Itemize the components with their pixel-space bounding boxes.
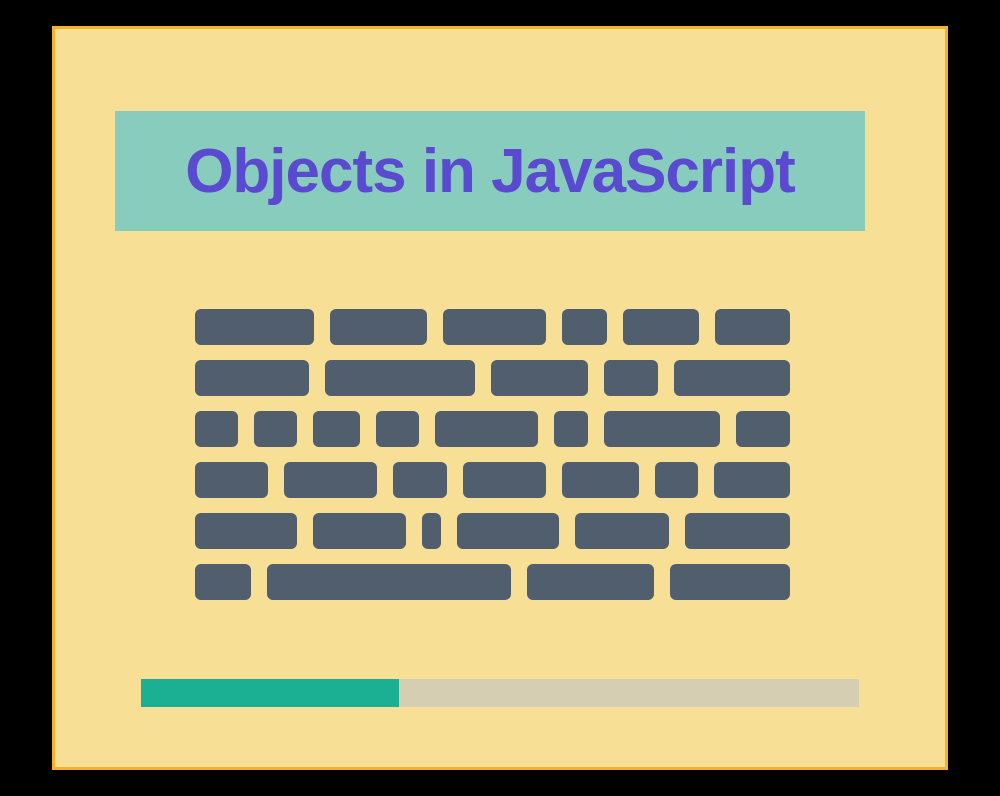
text-word-placeholder [604,411,721,447]
text-word-placeholder [457,513,559,549]
text-word-placeholder [714,462,790,498]
text-line [195,462,790,498]
text-word-placeholder [562,309,608,345]
text-word-placeholder [284,462,377,498]
text-line [195,513,790,549]
text-word-placeholder [330,309,426,345]
text-word-placeholder [376,411,419,447]
text-word-placeholder [685,513,790,549]
text-word-placeholder [313,411,360,447]
text-word-placeholder [670,564,790,600]
text-word-placeholder [443,309,546,345]
text-word-placeholder [562,462,638,498]
text-word-placeholder [195,564,251,600]
text-word-placeholder [604,360,658,396]
text-line [195,360,790,396]
title-banner: Objects in JavaScript [115,111,865,231]
slide-card: Objects in JavaScript [52,26,948,770]
text-word-placeholder [554,411,588,447]
text-word-placeholder [195,309,314,345]
body-text-placeholder [195,309,790,600]
text-line [195,564,790,600]
text-line [195,411,790,447]
text-word-placeholder [195,360,309,396]
text-word-placeholder [463,462,547,498]
text-word-placeholder [435,411,538,447]
text-word-placeholder [267,564,511,600]
text-word-placeholder [422,513,441,549]
text-word-placeholder [491,360,588,396]
text-line [195,309,790,345]
text-word-placeholder [195,411,238,447]
text-word-placeholder [527,564,655,600]
text-word-placeholder [195,513,297,549]
text-word-placeholder [325,360,475,396]
slide-title: Objects in JavaScript [185,136,795,207]
text-word-placeholder [575,513,669,549]
progress-bar-track [141,679,859,707]
text-word-placeholder [674,360,790,396]
progress-bar-fill [141,679,399,707]
text-word-placeholder [736,411,790,447]
text-word-placeholder [715,309,790,345]
text-word-placeholder [393,462,447,498]
text-word-placeholder [313,513,407,549]
text-word-placeholder [254,411,297,447]
text-word-placeholder [195,462,268,498]
text-word-placeholder [623,309,698,345]
text-word-placeholder [655,462,698,498]
